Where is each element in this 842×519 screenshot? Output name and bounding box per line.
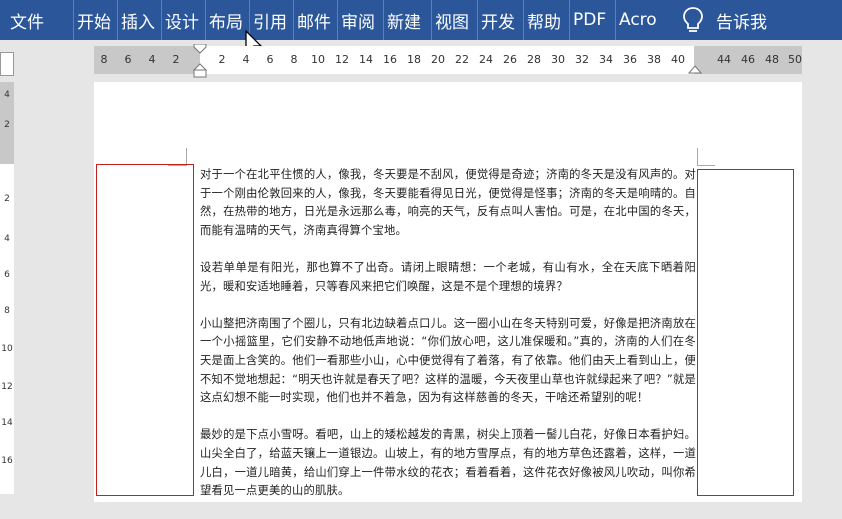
tab-mailings[interactable]: 邮件	[294, 0, 338, 40]
tab-label: 设计	[165, 12, 199, 33]
tab-label: 开始	[77, 12, 111, 33]
ruler-tick: 20	[431, 53, 445, 66]
ruler-tick: 8	[4, 306, 10, 316]
tab-insert[interactable]: 插入	[118, 0, 162, 40]
tab-label: 邮件	[297, 12, 331, 33]
ruler-tick: 50	[788, 53, 802, 66]
ruler-tick: 6	[4, 270, 10, 280]
tab-developer[interactable]: 开发	[478, 0, 524, 40]
tab-label: 插入	[121, 12, 155, 33]
ruler-tick: 2	[4, 120, 10, 130]
ruler-tick: 16	[383, 53, 397, 66]
tell-me-box[interactable]: 告诉我	[680, 0, 767, 40]
ruler-tick: 6	[266, 53, 274, 66]
tab-view[interactable]: 视图	[432, 0, 478, 40]
document-body[interactable]: 对于一个在北平住惯的人，像我，冬天要是不刮风，便觉得是奇迹；济南的冬天是没有风声…	[200, 166, 696, 519]
tab-review[interactable]: 审阅	[338, 0, 384, 40]
ruler-tick: 22	[455, 53, 469, 66]
ruler-tick: 4	[242, 53, 250, 66]
tab-selector[interactable]	[0, 52, 14, 76]
tab-home[interactable]: 开始	[74, 0, 118, 40]
tab-layout[interactable]: 布局	[206, 0, 250, 40]
ruler-tick: 36	[623, 53, 637, 66]
ruler-tick: 4	[148, 53, 156, 66]
ruler-tick: 12	[1, 382, 13, 392]
vertical-ruler[interactable]: 4 2 2 4 6 8 10 12 14 16	[0, 82, 14, 494]
tab-label: 审阅	[341, 12, 375, 33]
ruler-tick: 10	[1, 344, 13, 354]
tab-acrobat[interactable]: Acro	[616, 0, 666, 40]
ruler-tick: 4	[4, 90, 10, 100]
tab-label: 布局	[209, 12, 243, 33]
ruler-tick: 46	[741, 53, 755, 66]
tab-label: 引用	[253, 12, 287, 33]
ruler-tick: 30	[551, 53, 565, 66]
ruler-tick: 2	[4, 194, 10, 204]
ruler-tick: 16	[1, 456, 13, 466]
ruler-tick: 8	[290, 53, 298, 66]
tab-label: 文件	[10, 12, 44, 33]
tab-pdf[interactable]: PDF	[570, 0, 616, 40]
ruler-tick: 32	[575, 53, 589, 66]
tab-label: PDF	[573, 10, 607, 30]
paragraph[interactable]: 小山整把济南围了个圈儿，只有北边缺着点口儿。这一圈小山在冬天特别可爱，好像是把济…	[200, 315, 696, 408]
ruler-tick: 40	[671, 53, 685, 66]
tab-help[interactable]: 帮助	[524, 0, 570, 40]
ruler-tick: 12	[335, 53, 349, 66]
ruler-tick: 24	[479, 53, 493, 66]
left-margin-box	[96, 164, 194, 496]
tab-label: 视图	[435, 12, 469, 33]
ruler-tick: 48	[765, 53, 779, 66]
ruler-tick: 14	[1, 418, 13, 428]
ruler-tick: 2	[172, 53, 180, 66]
ruler-tick: 10	[311, 53, 325, 66]
right-margin-box	[697, 169, 794, 496]
ruler-tick: 2	[218, 53, 226, 66]
ruler-tick: 26	[503, 53, 517, 66]
ruler-tick: 4	[4, 234, 10, 244]
ruler-tick: 34	[599, 53, 613, 66]
ruler-tick: 6	[124, 53, 132, 66]
paragraph[interactable]: 设若单单是有阳光，那也算不了出奇。请闭上眼睛想：一个老城，有山有水，全在天底下晒…	[200, 259, 696, 296]
ribbon-tabs-bar: 文件 开始 插入 设计 布局 引用 邮件 审阅 新建 视图 开发 帮助 PDF …	[0, 0, 842, 40]
crop-mark	[697, 165, 715, 166]
ruler-tick: 28	[527, 53, 541, 66]
tab-new[interactable]: 新建	[384, 0, 432, 40]
right-indent-marker-icon[interactable]	[688, 62, 702, 74]
tab-file[interactable]: 文件	[0, 0, 74, 40]
ruler-text-area	[200, 46, 694, 74]
ruler-tick: 18	[407, 53, 421, 66]
indent-marker-icon[interactable]	[192, 44, 208, 78]
crop-mark	[697, 148, 698, 166]
lightbulb-icon	[683, 7, 703, 32]
ruler-tick: 38	[647, 53, 661, 66]
ruler-tick: 44	[717, 53, 731, 66]
horizontal-ruler[interactable]: 8 6 4 2 2 4 6 8 10 12 14 16 18 20 22 24 …	[94, 44, 802, 78]
tab-label: 新建	[387, 12, 421, 33]
tab-design[interactable]: 设计	[162, 0, 206, 40]
ruler-tick: 8	[100, 53, 108, 66]
tab-label: Acro	[619, 10, 657, 30]
tell-me-label: 告诉我	[716, 12, 767, 33]
tab-label: 开发	[481, 12, 515, 33]
tab-label: 帮助	[527, 12, 561, 33]
paragraph[interactable]: 最妙的是下点小雪呀。看吧，山上的矮松越发的青黑，树尖上顶着一髻儿白花，好像日本看…	[200, 426, 696, 500]
ruler-tick: 14	[359, 53, 373, 66]
paragraph[interactable]: 对于一个在北平住惯的人，像我，冬天要是不刮风，便觉得是奇迹；济南的冬天是没有风声…	[200, 166, 696, 240]
